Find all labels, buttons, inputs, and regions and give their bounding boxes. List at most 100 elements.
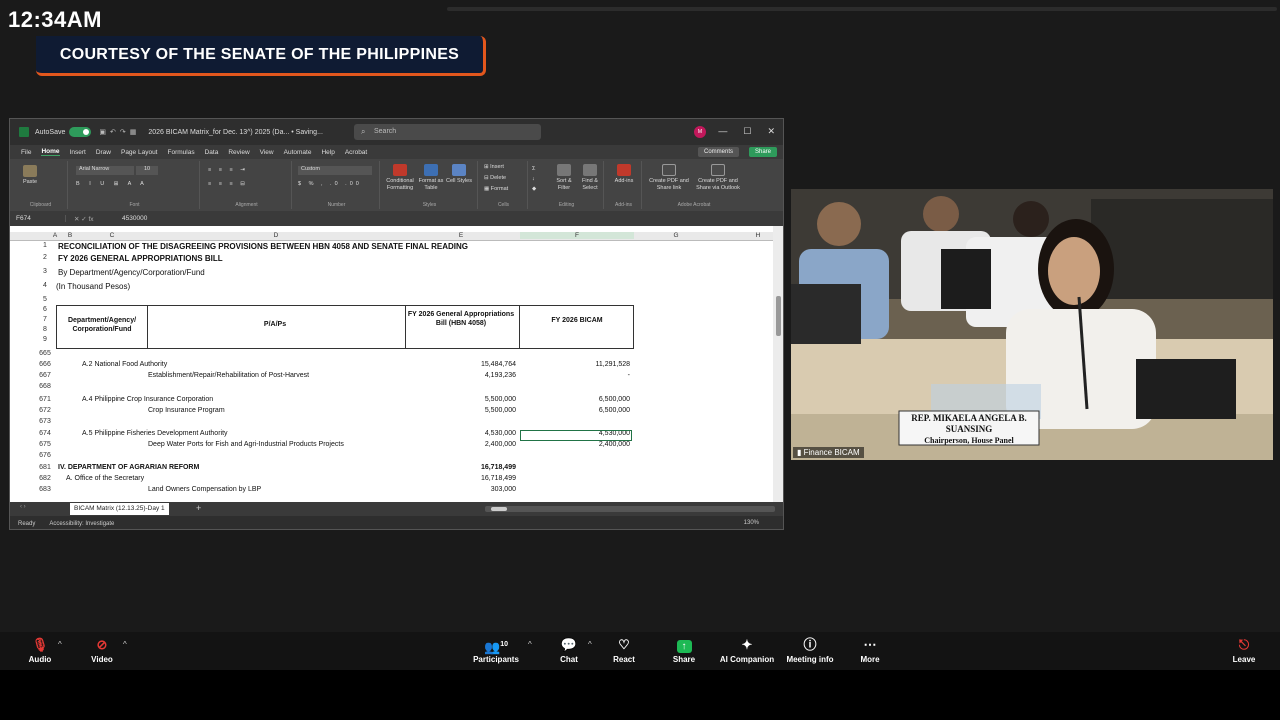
cell-bicam-amount[interactable]: 11,291,528 xyxy=(520,361,630,368)
cell-styles-button[interactable]: Cell Styles xyxy=(446,164,472,185)
fx-icon[interactable]: ✕ ✓ fx xyxy=(66,215,122,223)
minimize-icon[interactable]: — xyxy=(718,126,727,137)
addins-button[interactable]: Add-ins xyxy=(610,164,638,185)
cell-hbn-amount[interactable]: 4,530,000 xyxy=(406,430,516,437)
tab-nav-arrows-icon[interactable]: ‹ › xyxy=(20,504,26,510)
tab-draw[interactable]: Draw xyxy=(96,149,111,156)
tab-acrobat[interactable]: Acrobat xyxy=(345,149,367,156)
conditional-formatting-button[interactable]: Conditional Formatting xyxy=(384,164,416,192)
status-accessibility[interactable]: Accessibility: Investigate xyxy=(49,521,114,527)
cell-bicam-amount[interactable]: 6,500,000 xyxy=(520,396,630,403)
column-header[interactable]: B xyxy=(64,232,76,239)
cell-pap[interactable]: Crop Insurance Program xyxy=(148,407,225,414)
autosave-toggle[interactable] xyxy=(69,127,92,137)
share-screen-button[interactable]: ↑ Share xyxy=(670,637,698,664)
tab-view[interactable]: View xyxy=(260,149,274,156)
name-box[interactable]: F674 xyxy=(10,215,66,222)
comments-button[interactable]: Comments xyxy=(697,147,739,157)
cell-hbn-amount[interactable]: 16,718,499 xyxy=(406,464,516,471)
font-name-select[interactable]: Arial Narrow xyxy=(76,166,134,175)
worksheet-grid[interactable]: A B C D E F G H 1 RECONCILIATION OF THE … xyxy=(10,226,773,502)
add-sheet-icon[interactable]: + xyxy=(196,503,201,513)
react-button[interactable]: ♡ React xyxy=(610,637,638,664)
leave-button[interactable]: ⎋ Leave xyxy=(1230,637,1258,664)
horizontal-scrollbar[interactable] xyxy=(485,506,775,512)
paste-button[interactable]: Paste xyxy=(20,165,40,186)
number-format-select[interactable]: Custom xyxy=(298,166,372,175)
audio-button[interactable]: 🎙 Audio xyxy=(26,637,54,664)
cell-agency[interactable]: A.2 National Food Authority xyxy=(82,361,167,368)
zoom-level[interactable]: 130% xyxy=(744,520,759,526)
cell-pap[interactable]: Land Owners Compensation by LBP xyxy=(148,486,261,493)
chat-options-chevron-icon[interactable]: ^ xyxy=(588,640,592,649)
insert-cells-button[interactable]: ⊞ Insert xyxy=(484,164,524,171)
tab-formulas[interactable]: Formulas xyxy=(168,149,195,156)
participants-button[interactable]: 👥10 Participants xyxy=(472,637,520,664)
cell-hbn-amount[interactable]: 2,400,000 xyxy=(406,441,516,448)
formula-input[interactable]: 4530000 xyxy=(122,215,147,222)
font-size-select[interactable]: 10 xyxy=(136,166,158,175)
video-options-chevron-icon[interactable]: ^ xyxy=(123,640,127,649)
column-header[interactable]: A xyxy=(50,232,60,239)
tab-insert[interactable]: Insert xyxy=(70,149,86,156)
more-button[interactable]: ⋯ More xyxy=(856,637,884,664)
alignment-buttons[interactable]: ≡ ≡ ≡ ⇥ xyxy=(208,167,284,174)
tab-home[interactable]: Home xyxy=(41,148,60,156)
column-header[interactable]: H xyxy=(718,232,773,239)
tab-page-layout[interactable]: Page Layout xyxy=(121,149,158,156)
format-as-table-button[interactable]: Format as Table xyxy=(418,164,444,192)
cell-agency[interactable]: A.5 Philippine Fisheries Development Aut… xyxy=(82,430,228,437)
close-icon[interactable]: ✕ xyxy=(767,126,775,137)
format-cells-button[interactable]: ▦ Format xyxy=(484,186,524,193)
sort-filter-button[interactable]: Sort & Filter xyxy=(552,164,576,192)
quick-access-icons[interactable]: ▣↶↷▦ xyxy=(99,128,140,136)
alignment-buttons-2[interactable]: ≡ ≡ ≡ ⊟ xyxy=(208,181,284,188)
video-button[interactable]: ⊘ Video xyxy=(88,637,116,664)
participants-options-chevron-icon[interactable]: ^ xyxy=(528,640,532,649)
cell-agency[interactable]: A. Office of the Secretary xyxy=(66,475,144,482)
cell-hbn-amount[interactable]: 16,718,499 xyxy=(406,475,516,482)
vertical-scrollbar[interactable] xyxy=(773,226,783,502)
font-format-buttons[interactable]: B I U ⊞ A A xyxy=(76,181,186,188)
find-select-button[interactable]: Find & Select xyxy=(578,164,602,192)
cell-pap[interactable]: Deep Water Ports for Fish and Agri-Indus… xyxy=(148,441,344,448)
sheet-tab[interactable]: BICAM Matrix (12.13.25)-Day 1 xyxy=(70,503,169,515)
tab-automate[interactable]: Automate xyxy=(284,149,312,156)
ai-companion-button[interactable]: ✦ AI Companion xyxy=(718,637,776,664)
create-pdf-share-link-button[interactable]: Create PDF and Share link xyxy=(646,164,692,192)
tab-data[interactable]: Data xyxy=(205,149,219,156)
create-pdf-outlook-button[interactable]: Create PDF and Share via Outlook xyxy=(694,164,742,192)
cell-agency[interactable]: A.4 Philippine Crop Insurance Corporatio… xyxy=(82,396,213,403)
cell-agency[interactable]: IV. DEPARTMENT OF AGRARIAN REFORM xyxy=(58,464,199,471)
paste-label: Paste xyxy=(22,179,38,185)
editing-small-icons[interactable]: Σ ↓ ◆ xyxy=(532,164,548,194)
column-header[interactable]: D xyxy=(148,232,404,239)
chat-button[interactable]: 💬 Chat xyxy=(556,637,582,664)
cell-hbn-amount[interactable]: 5,500,000 xyxy=(406,407,516,414)
maximize-icon[interactable]: ☐ xyxy=(743,126,751,137)
addins-icon xyxy=(617,164,631,176)
search-box[interactable]: ⌕ Search xyxy=(354,124,541,140)
number-format-buttons[interactable]: $ % , .0 .00 xyxy=(298,181,372,188)
active-cell-highlight[interactable] xyxy=(520,430,632,441)
cell-bicam-amount[interactable]: - xyxy=(520,372,630,379)
column-header[interactable]: F xyxy=(520,232,634,239)
cell-pap[interactable]: Establishment/Repair/Rehabilitation of P… xyxy=(148,372,309,379)
tab-file[interactable]: File xyxy=(21,149,31,156)
column-header[interactable]: E xyxy=(404,232,518,239)
cell-hbn-amount[interactable]: 15,484,764 xyxy=(406,361,516,368)
cell-bicam-amount[interactable]: 6,500,000 xyxy=(520,407,630,414)
cell-hbn-amount[interactable]: 5,500,000 xyxy=(406,396,516,403)
cell-hbn-amount[interactable]: 303,000 xyxy=(406,486,516,493)
avatar[interactable]: M xyxy=(694,126,706,138)
audio-options-chevron-icon[interactable]: ^ xyxy=(58,640,62,649)
tab-review[interactable]: Review xyxy=(228,149,249,156)
column-header[interactable]: G xyxy=(634,232,718,239)
delete-cells-button[interactable]: ⊟ Delete xyxy=(484,175,524,182)
tab-help[interactable]: Help xyxy=(321,149,334,156)
share-button[interactable]: Share xyxy=(748,147,777,157)
column-header[interactable]: C xyxy=(76,232,148,239)
meeting-info-button[interactable]: ⓘ Meeting info xyxy=(784,637,836,664)
cell-hbn-amount[interactable]: 4,193,236 xyxy=(406,372,516,379)
cell-bicam-amount[interactable]: 2,400,000 xyxy=(520,441,630,448)
